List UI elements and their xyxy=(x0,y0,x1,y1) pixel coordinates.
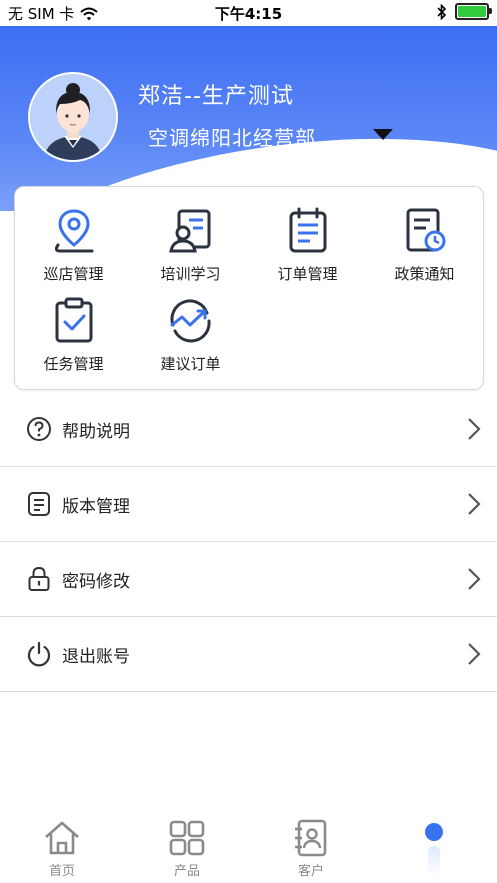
status-time: 下午4:15 xyxy=(214,5,283,23)
feature-policy-notice[interactable]: 政策通知 xyxy=(366,207,483,284)
tab-label: 客户 xyxy=(297,864,324,879)
menu-logout[interactable]: 退出账号 xyxy=(0,617,497,692)
menu-label: 密码修改 xyxy=(62,572,130,592)
trend-up-icon xyxy=(169,299,211,343)
user-name: 郑洁--生产测试 xyxy=(138,84,294,109)
home-icon xyxy=(45,821,79,855)
menu-label: 帮助说明 xyxy=(62,422,130,442)
department-label[interactable]: 空调绵阳北经营部 xyxy=(148,122,316,151)
task-checklist-icon xyxy=(55,297,92,343)
feature-suggested-order[interactable]: 建议订单 xyxy=(132,297,249,374)
tab-home[interactable]: 首页 xyxy=(22,818,102,879)
training-board-icon xyxy=(168,209,210,253)
feature-order-management[interactable]: 订单管理 xyxy=(249,207,366,284)
power-icon xyxy=(27,641,51,667)
feature-task-management[interactable]: 任务管理 xyxy=(15,297,132,374)
menu-version[interactable]: 版本管理 xyxy=(0,467,497,542)
chevron-right-icon xyxy=(468,493,481,515)
feature-label: 培训学习 xyxy=(160,265,221,283)
tab-label: 首页 xyxy=(48,864,75,879)
menu-label: 退出账号 xyxy=(62,647,130,667)
feature-label: 政策通知 xyxy=(394,265,455,283)
tab-products[interactable]: 产品 xyxy=(147,818,227,879)
tab-mine-active-dot[interactable] xyxy=(425,823,443,841)
contact-card-icon xyxy=(295,819,327,857)
feature-label: 建议订单 xyxy=(160,355,221,373)
bottom-tab-bar: 首页 产品 客户 xyxy=(0,812,497,883)
menu-help[interactable]: 帮助说明 xyxy=(0,392,497,467)
location-pin-icon xyxy=(54,209,93,253)
settings-menu: 帮助说明 版本管理 密码修改 退出账号 xyxy=(0,392,497,692)
chevron-right-icon xyxy=(468,568,481,590)
menu-label: 版本管理 xyxy=(62,497,130,517)
feature-grid-card: 巡店管理 培训学习 订单管理 政策通知 任务管理 建议订单 xyxy=(14,186,484,390)
chevron-right-icon xyxy=(468,643,481,665)
user-avatar-icon xyxy=(30,74,116,160)
avatar[interactable] xyxy=(28,72,118,162)
feature-label: 巡店管理 xyxy=(43,265,104,283)
menu-change-password[interactable]: 密码修改 xyxy=(0,542,497,617)
version-doc-icon xyxy=(28,492,50,516)
help-circle-icon xyxy=(27,417,51,441)
feature-label: 订单管理 xyxy=(277,265,338,283)
status-bar: 无 SIM 卡 下午4:15 xyxy=(0,0,497,26)
dropdown-arrow-icon[interactable] xyxy=(373,129,393,140)
feature-label: 任务管理 xyxy=(43,355,104,373)
chevron-right-icon xyxy=(468,418,481,440)
battery-icon xyxy=(455,3,492,20)
lock-icon xyxy=(28,566,50,591)
document-clock-icon xyxy=(406,208,445,252)
tab-customers[interactable]: 客户 xyxy=(271,818,351,879)
grid-icon xyxy=(169,820,205,856)
feature-store-inspection[interactable]: 巡店管理 xyxy=(15,207,132,284)
bluetooth-icon xyxy=(437,3,447,20)
clipboard-list-icon xyxy=(289,207,326,253)
feature-training[interactable]: 培训学习 xyxy=(132,207,249,284)
tab-label: 产品 xyxy=(173,864,200,879)
